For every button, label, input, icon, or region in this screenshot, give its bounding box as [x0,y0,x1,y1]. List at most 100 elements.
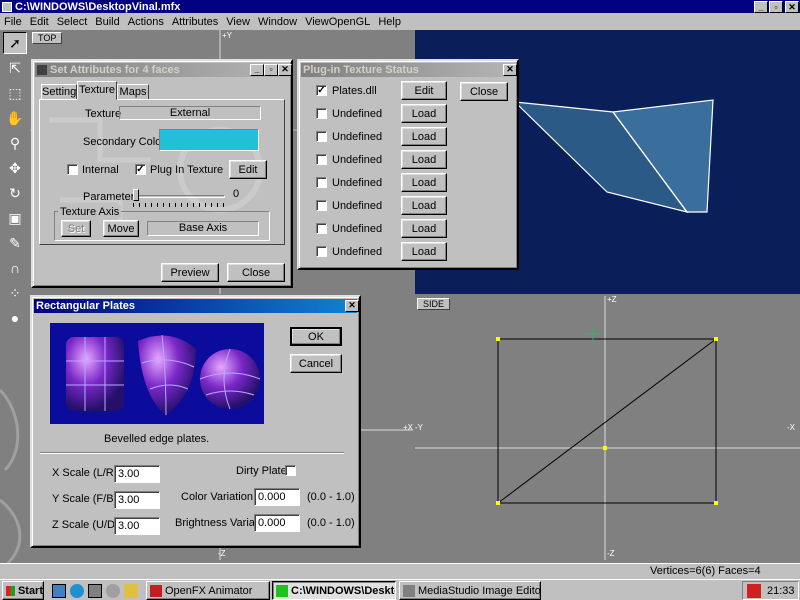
plugin-status-dialog: Plug-in Texture Status ✕ ✓ Plates.dll Edit… [297,59,519,270]
tab-maps[interactable]: Maps [117,84,149,100]
move-icon[interactable]: ✥ [3,157,27,179]
attr-minimize-button[interactable]: _ [250,64,264,76]
task-app-icon [276,584,288,597]
tab-texture[interactable]: Texture [77,81,117,100]
side-axis-right: -X [787,423,795,432]
zoom-icon[interactable]: ⚲ [3,132,27,154]
desktop-icon[interactable] [52,583,66,598]
status-text: Vertices=6(6) Faces=4 [650,565,761,577]
menu-view[interactable]: View [222,16,254,28]
dirty-plates-checkbox[interactable] [285,465,296,476]
front-axis-bottom: -Z [218,549,226,558]
task-app-icon [403,584,415,597]
window-titlebar[interactable]: C:\WINDOWS\DesktopVinal.mfx [0,0,800,13]
taskbar-task[interactable]: MediaStudio Image Editor [399,581,541,600]
browser-icon[interactable] [70,583,84,598]
mail-icon[interactable] [124,583,138,598]
plates-cancel-button[interactable]: Cancel [290,354,342,373]
texture-edit-button[interactable]: Edit [229,160,267,179]
select-arrow-icon[interactable]: ⇱ [3,57,27,79]
plugin-row-button[interactable]: Load [401,127,447,146]
plugin-row-checkbox[interactable] [316,154,327,165]
plugin-row-button[interactable]: Edit [401,81,447,100]
dialog-app-icon [37,65,47,75]
nodes-icon[interactable]: ⁘ [3,282,27,304]
clock[interactable]: 21:33 [767,585,795,597]
parameter-slider-thumb[interactable] [133,189,139,201]
start-button[interactable]: Start [2,581,44,600]
pen-icon[interactable]: ✎ [3,232,27,254]
plugin-row-button[interactable]: Load [401,196,447,215]
plugin-row-button[interactable]: Load [401,173,447,192]
menu-build[interactable]: Build [91,16,123,28]
taskbar-task[interactable]: C:\WINDOWS\Desktop\fi... [272,581,396,600]
plugin-row-checkbox[interactable] [316,108,327,119]
menu-help[interactable]: Help [374,16,405,28]
side-viewport[interactable]: SIDE +Z -Z -Y -X [415,295,800,560]
x-scale-input[interactable]: 3.00 [114,465,160,483]
menu-file[interactable]: File [0,16,26,28]
taskbar-task[interactable]: OpenFX Animator [146,581,270,600]
plugin-texture-checkbox[interactable]: ✓ [135,164,146,175]
hand-icon[interactable]: ✋ [3,107,27,129]
sphere-icon[interactable]: ● [3,307,27,329]
z-scale-input[interactable]: 3.00 [114,517,160,535]
plugin-row-button[interactable]: Load [401,219,447,238]
parameter-slider-track[interactable] [133,195,225,198]
tray-icon[interactable] [747,583,761,598]
internal-checkbox[interactable] [67,164,78,175]
plates-titlebar[interactable]: Rectangular Plates [34,299,357,313]
attr-close-button[interactable]: ✕ [278,64,292,76]
window-title: C:\WINDOWS\DesktopVinal.mfx [15,0,181,13]
menu-window[interactable]: Window [254,16,301,28]
secondary-colour-swatch[interactable] [159,129,259,151]
color-variation-input[interactable]: 0.000 [254,488,300,506]
media-icon[interactable] [106,583,120,598]
plugin-row-checkbox[interactable] [316,131,327,142]
base-axis-field[interactable]: Base Axis [147,221,259,236]
plates-ok-button[interactable]: OK [290,327,342,346]
maximize-button[interactable]: ▫ [769,1,783,13]
close-button[interactable]: ✕ [785,1,799,13]
plates-caption: Bevelled edge plates. [104,433,210,445]
lasso-icon[interactable]: ⬚ [3,82,27,104]
plugin-row-button[interactable]: Load [401,242,447,261]
plugin-row-button[interactable]: Load [401,150,447,169]
axis-set-button[interactable]: Set [61,220,91,237]
set-attributes-dialog: Set Attributes for 4 faces _ ▫ ✕ Setting… [31,59,293,288]
preview-button[interactable]: Preview [161,263,219,282]
plugin-row-button[interactable]: Load [401,104,447,123]
magnet-icon[interactable]: ∩ [3,257,27,279]
tab-settings[interactable]: Settings [41,84,82,100]
pointer-icon[interactable]: ➚ [3,32,27,54]
menu-actions[interactable]: Actions [124,16,168,28]
attr-close-text-button[interactable]: Close [227,263,285,282]
plugin-row-checkbox[interactable]: ✓ [316,85,327,96]
brightness-variation-input[interactable]: 0.000 [254,514,300,532]
attr-maximize-button[interactable]: ▫ [264,64,278,76]
menu-select[interactable]: Select [53,16,92,28]
plugin-row-checkbox[interactable] [316,177,327,188]
plates-preview-image [50,323,264,424]
plugin-status-titlebar[interactable]: Plug-in Texture Status [301,63,515,77]
plugin-row-checkbox[interactable] [316,246,327,257]
frame-icon[interactable]: ▣ [3,207,27,229]
parameter-ticks [133,203,225,207]
rotate-icon[interactable]: ↻ [3,182,27,204]
parameter-label: Parameter [83,191,135,203]
menu-edit[interactable]: Edit [26,16,53,28]
menu-viewopengl[interactable]: ViewOpenGL [301,16,374,28]
minimize-button[interactable]: _ [754,1,768,13]
channels-icon[interactable] [88,583,102,598]
parameter-value: 0 [233,188,240,200]
menu-attributes[interactable]: Attributes [168,16,222,28]
plugin-close-button[interactable]: Close [460,82,508,101]
axis-move-button[interactable]: Move [103,220,139,237]
plugin-row-checkbox[interactable] [316,223,327,234]
plugin-row-name: Undefined [332,177,383,189]
plugin-row-checkbox[interactable] [316,200,327,211]
plugin-close-x-button[interactable]: ✕ [503,64,517,76]
plates-close-x-button[interactable]: ✕ [345,300,359,312]
y-scale-input[interactable]: 3.00 [114,491,160,509]
color-variation-range: (0.0 - 1.0) [307,491,355,503]
